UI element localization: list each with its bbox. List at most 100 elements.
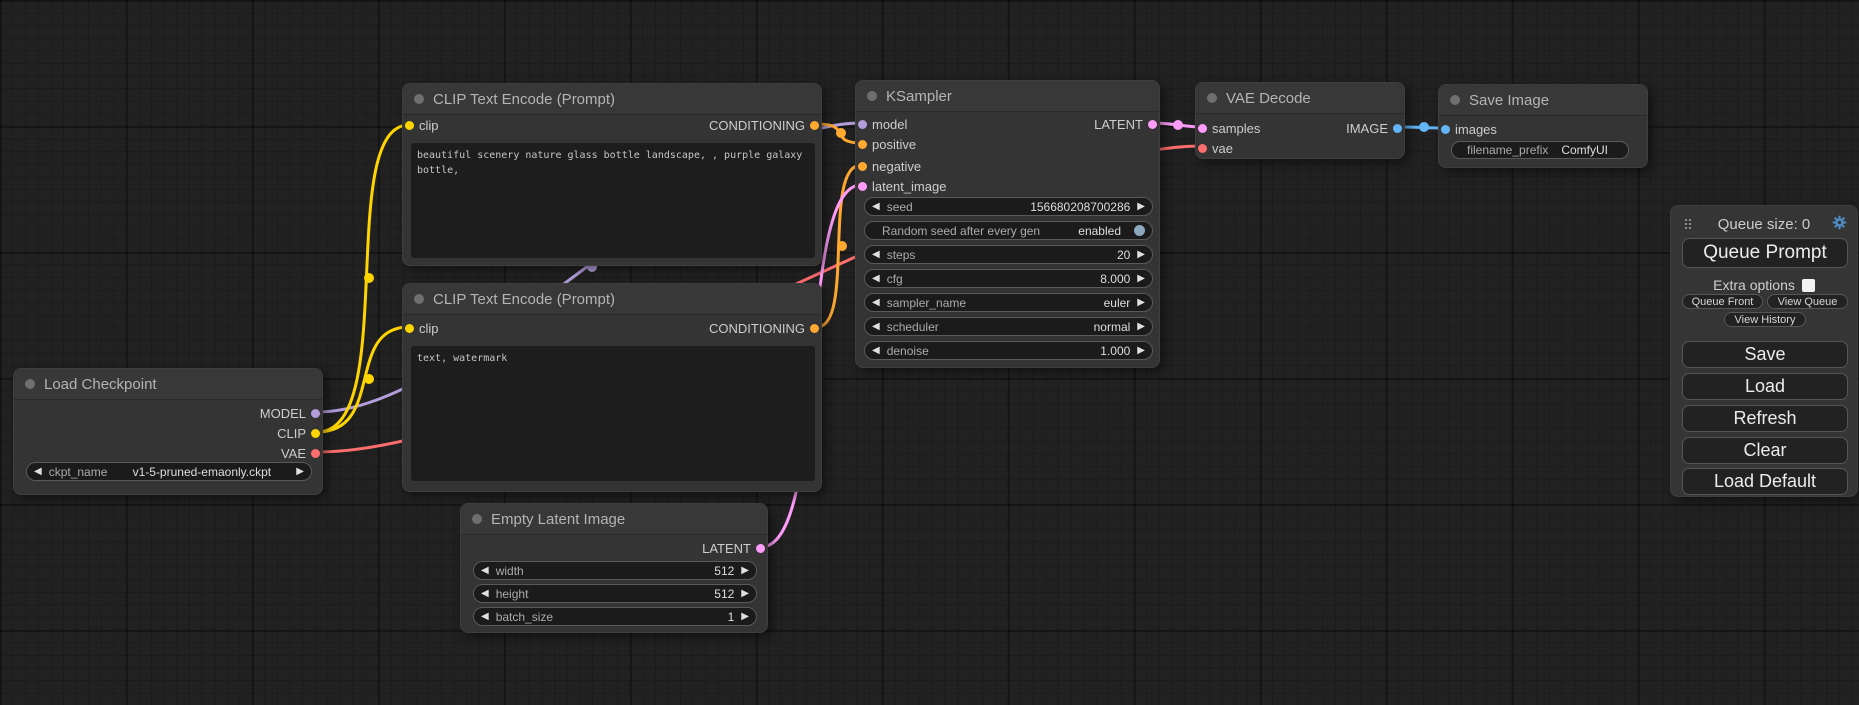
input-dot-clip[interactable] xyxy=(405,324,414,333)
collapse-dot-icon[interactable] xyxy=(472,514,482,524)
input-slot-negative: negative xyxy=(872,156,921,176)
output-dot-conditioning[interactable] xyxy=(810,121,819,130)
settings-gear-icon[interactable] xyxy=(1832,215,1847,235)
cfg-widget[interactable]: ◀ cfg 8.000 ▶ xyxy=(864,269,1153,288)
queue-front-button[interactable]: Queue Front xyxy=(1682,294,1763,309)
input-dot-model[interactable] xyxy=(858,120,867,129)
node-title-bar[interactable]: KSampler xyxy=(856,81,1159,112)
seed-widget[interactable]: ◀ seed 156680208700286 ▶ xyxy=(864,197,1153,216)
output-dot-vae[interactable] xyxy=(311,449,320,458)
increment-arrow-icon[interactable]: ▶ xyxy=(741,589,749,599)
width-widget[interactable]: ◀ width 512 ▶ xyxy=(473,561,757,580)
output-dot-clip[interactable] xyxy=(311,429,320,438)
node-title-bar[interactable]: Save Image xyxy=(1439,85,1647,116)
decrement-arrow-icon[interactable]: ◀ xyxy=(872,250,880,260)
node-load-checkpoint[interactable]: Load Checkpoint MODEL CLIP VAE ◀ ckpt_na… xyxy=(13,368,323,495)
decrement-arrow-icon[interactable]: ◀ xyxy=(481,589,489,599)
increment-arrow-icon[interactable]: ▶ xyxy=(741,612,749,622)
decrement-arrow-icon[interactable]: ◀ xyxy=(872,346,880,356)
input-dot-positive[interactable] xyxy=(858,140,867,149)
output-dot-image[interactable] xyxy=(1393,124,1402,133)
decrement-arrow-icon[interactable]: ◀ xyxy=(481,612,489,622)
input-dot-vae[interactable] xyxy=(1198,144,1207,153)
increment-arrow-icon[interactable]: ▶ xyxy=(1137,346,1145,356)
input-slot-model: model xyxy=(872,114,907,134)
denoise-widget[interactable]: ◀ denoise 1.000 ▶ xyxy=(864,341,1153,360)
steps-widget[interactable]: ◀ steps 20 ▶ xyxy=(864,245,1153,264)
increment-arrow-icon[interactable]: ▶ xyxy=(741,566,749,576)
output-slot-image: IMAGE xyxy=(1346,118,1388,138)
input-dot-negative[interactable] xyxy=(858,162,867,171)
decrement-arrow-icon[interactable]: ◀ xyxy=(872,202,880,212)
node-ksampler[interactable]: KSampler model positive negative latent_… xyxy=(855,80,1160,368)
node-vae-decode[interactable]: VAE Decode samples vae IMAGE xyxy=(1195,82,1405,159)
refresh-button[interactable]: Refresh xyxy=(1682,405,1848,432)
output-slot-conditioning: CONDITIONING xyxy=(709,318,805,338)
link-midpoint-dot xyxy=(364,374,374,384)
queue-prompt-button[interactable]: Queue Prompt xyxy=(1682,238,1848,268)
output-dot-conditioning[interactable] xyxy=(810,324,819,333)
queue-size-label: Queue size: 0 xyxy=(1671,216,1857,233)
increment-arrow-icon[interactable]: ▶ xyxy=(1137,274,1145,284)
output-slot-latent: LATENT xyxy=(702,538,751,558)
increment-arrow-icon[interactable]: ▶ xyxy=(1137,298,1145,308)
node-save-image[interactable]: Save Image images filename_prefix ComfyU… xyxy=(1438,84,1648,168)
input-slot-clip: clip xyxy=(419,318,439,338)
positive-prompt-textarea[interactable]: beautiful scenery nature glass bottle la… xyxy=(411,143,815,258)
toggle-knob-icon[interactable] xyxy=(1134,225,1145,236)
negative-prompt-textarea[interactable]: text, watermark xyxy=(411,346,815,481)
increment-arrow-icon[interactable]: ▶ xyxy=(1137,250,1145,260)
input-slot-positive: positive xyxy=(872,134,916,154)
node-title-bar[interactable]: Load Checkpoint xyxy=(14,369,322,400)
decrement-arrow-icon[interactable]: ◀ xyxy=(34,467,42,477)
view-queue-button[interactable]: View Queue xyxy=(1767,294,1848,309)
node-clip-text-encode-negative[interactable]: CLIP Text Encode (Prompt) clip CONDITION… xyxy=(402,283,822,492)
save-button[interactable]: Save xyxy=(1682,341,1848,368)
input-slot-images: images xyxy=(1455,119,1497,139)
sampler-name-widget[interactable]: ◀ sampler_name euler ▶ xyxy=(864,293,1153,312)
height-widget[interactable]: ◀ height 512 ▶ xyxy=(473,584,757,603)
collapse-dot-icon[interactable] xyxy=(1207,93,1217,103)
input-dot-images[interactable] xyxy=(1441,125,1450,134)
node-empty-latent-image[interactable]: Empty Latent Image LATENT ◀ width 512 ▶ … xyxy=(460,503,768,633)
increment-arrow-icon[interactable]: ▶ xyxy=(296,467,304,477)
random-seed-toggle-widget[interactable]: Random seed after every gen enabled xyxy=(864,221,1153,240)
extra-options-checkbox[interactable] xyxy=(1802,279,1815,292)
output-slot-latent: LATENT xyxy=(1094,114,1143,134)
load-button[interactable]: Load xyxy=(1682,373,1848,400)
decrement-arrow-icon[interactable]: ◀ xyxy=(872,322,880,332)
node-title-bar[interactable]: VAE Decode xyxy=(1196,83,1404,114)
graph-canvas[interactable]: Load Checkpoint MODEL CLIP VAE ◀ ckpt_na… xyxy=(0,0,1859,705)
node-title-bar[interactable]: CLIP Text Encode (Prompt) xyxy=(403,84,821,115)
collapse-dot-icon[interactable] xyxy=(25,379,35,389)
filename-prefix-widget[interactable]: filename_prefix ComfyUI xyxy=(1451,141,1629,159)
node-title-bar[interactable]: CLIP Text Encode (Prompt) xyxy=(403,284,821,315)
input-slot-vae: vae xyxy=(1212,138,1233,158)
input-dot-samples[interactable] xyxy=(1198,124,1207,133)
clear-button[interactable]: Clear xyxy=(1682,437,1848,464)
view-history-button[interactable]: View History xyxy=(1724,312,1806,327)
decrement-arrow-icon[interactable]: ◀ xyxy=(481,566,489,576)
node-title: Save Image xyxy=(1469,92,1549,109)
output-dot-model[interactable] xyxy=(311,409,320,418)
increment-arrow-icon[interactable]: ▶ xyxy=(1137,202,1145,212)
increment-arrow-icon[interactable]: ▶ xyxy=(1137,322,1145,332)
batch-size-widget[interactable]: ◀ batch_size 1 ▶ xyxy=(473,607,757,626)
input-slot-latent-image: latent_image xyxy=(872,176,946,196)
decrement-arrow-icon[interactable]: ◀ xyxy=(872,298,880,308)
input-dot-clip[interactable] xyxy=(405,121,414,130)
output-dot-latent[interactable] xyxy=(1148,120,1157,129)
ckpt-name-widget[interactable]: ◀ ckpt_name v1-5-pruned-emaonly.ckpt ▶ xyxy=(26,462,312,481)
decrement-arrow-icon[interactable]: ◀ xyxy=(872,274,880,284)
node-title-bar[interactable]: Empty Latent Image xyxy=(461,504,767,535)
input-dot-latent-image[interactable] xyxy=(858,182,867,191)
collapse-dot-icon[interactable] xyxy=(414,294,424,304)
scheduler-widget[interactable]: ◀ scheduler normal ▶ xyxy=(864,317,1153,336)
collapse-dot-icon[interactable] xyxy=(867,91,877,101)
node-clip-text-encode-positive[interactable]: CLIP Text Encode (Prompt) clip CONDITION… xyxy=(402,83,822,266)
collapse-dot-icon[interactable] xyxy=(414,94,424,104)
output-dot-latent[interactable] xyxy=(756,544,765,553)
load-default-button[interactable]: Load Default xyxy=(1682,468,1848,495)
output-slot-clip: CLIP xyxy=(277,423,306,443)
collapse-dot-icon[interactable] xyxy=(1450,95,1460,105)
